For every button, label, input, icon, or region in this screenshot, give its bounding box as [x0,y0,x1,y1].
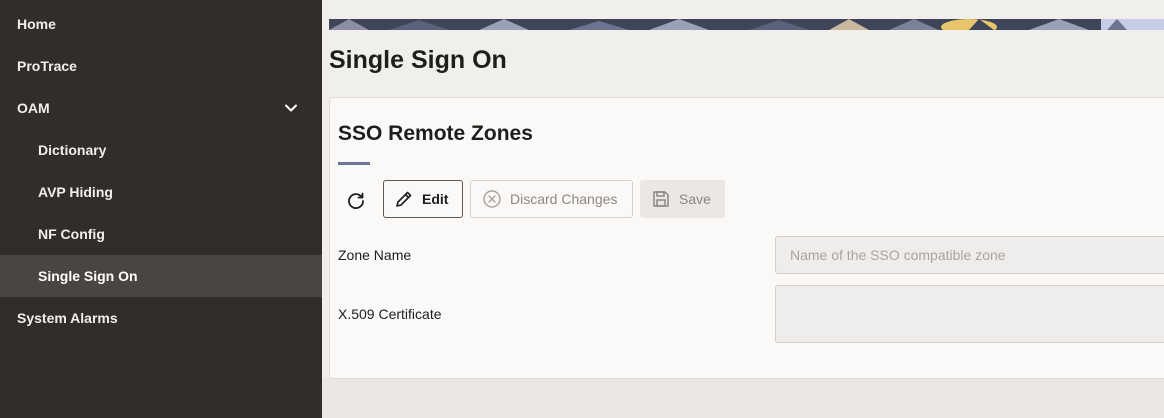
banner-pattern [329,19,1164,30]
refresh-icon[interactable] [345,189,367,211]
edit-button-label: Edit [422,191,449,207]
decorative-texture [322,378,1164,418]
chevron-down-icon[interactable] [284,101,298,115]
pencil-icon [396,191,412,207]
sidebar-item-dictionary[interactable]: Dictionary [0,129,322,171]
main-content: Single Sign On SSO Remote Zones Edit Dis… [322,0,1164,418]
save-button[interactable]: Save [640,180,725,218]
sidebar-item-label: Single Sign On [38,268,138,284]
sidebar-item-nf-config[interactable]: NF Config [0,213,322,255]
sidebar-item-system-alarms[interactable]: System Alarms [0,297,322,339]
sidebar-item-label: OAM [17,100,50,116]
sidebar-item-protrace[interactable]: ProTrace [0,45,322,87]
certificate-label: X.509 Certificate [338,306,442,322]
sidebar-item-label: Dictionary [38,142,107,158]
sidebar-item-home[interactable]: Home [0,3,322,45]
sidebar-item-label: ProTrace [17,58,77,74]
page-title: Single Sign On [329,46,507,74]
save-button-label: Save [679,191,711,207]
certificate-textarea[interactable] [775,285,1164,343]
sidebar-item-single-sign-on[interactable]: Single Sign On [0,255,322,297]
sidebar: Home ProTrace OAM Dictionary AVP Hiding … [0,0,322,418]
sso-remote-zones-card: SSO Remote Zones Edit Discard Changes Sa… [329,97,1164,379]
discard-button-label: Discard Changes [510,191,618,207]
edit-button[interactable]: Edit [383,180,463,218]
sidebar-item-label: AVP Hiding [38,184,113,200]
decorative-banner [329,3,1164,30]
cancel-circle-icon [483,190,501,208]
zone-name-input[interactable] [775,236,1164,274]
sidebar-item-oam[interactable]: OAM [0,87,322,129]
discard-changes-button[interactable]: Discard Changes [470,180,633,218]
save-icon [653,191,669,207]
card-title: SSO Remote Zones [338,122,533,145]
sidebar-item-avp-hiding[interactable]: AVP Hiding [0,171,322,213]
sidebar-item-label: NF Config [38,226,105,242]
sidebar-item-label: Home [17,16,56,32]
zone-name-label: Zone Name [338,247,412,263]
sidebar-item-label: System Alarms [17,310,118,326]
title-underline [338,162,370,165]
